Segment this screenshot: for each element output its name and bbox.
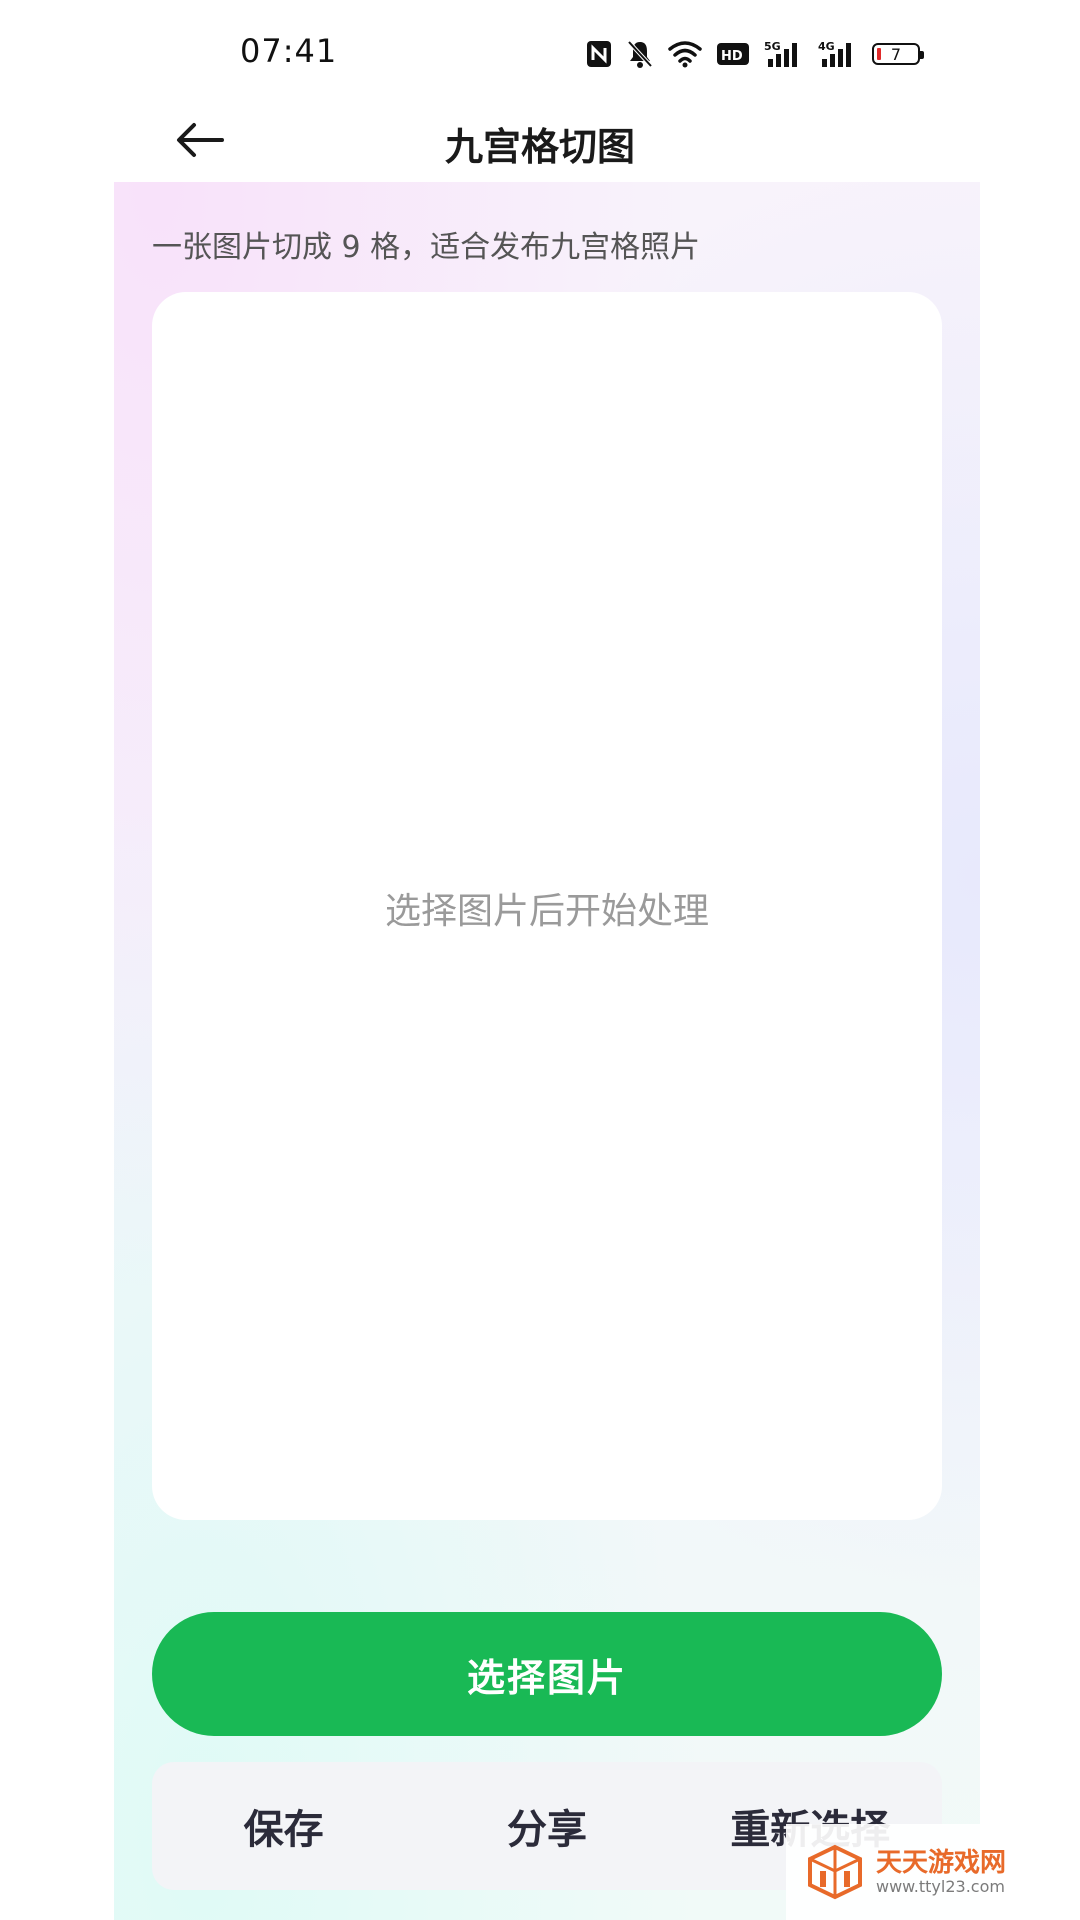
watermark-logo-icon [808, 1844, 862, 1900]
svg-text:4G: 4G [818, 40, 835, 53]
watermark-title: 天天游戏网 [876, 1847, 1007, 1878]
subtitle: 一张图片切成 9 格，适合发布九宫格照片 [152, 230, 701, 265]
5g-signal-icon: 5G [764, 39, 804, 69]
4g-signal-icon: 4G [818, 39, 858, 69]
status-time: 07:41 [240, 32, 338, 70]
status-bar: 07:41 HD 5G 4G 7 [0, 0, 1080, 100]
preview-placeholder: 选择图片后开始处理 [384, 891, 709, 932]
status-icons: HD 5G 4G 7 [586, 36, 924, 72]
watermark-url: www.ttyl23.com [876, 1876, 1005, 1896]
page-title: 九宫格切图 [444, 125, 635, 169]
image-preview-area[interactable]: 选择图片后开始处理 [152, 292, 942, 1520]
screen: 07:41 HD 5G 4G 7 九宫格切图 一张图片切成 9 格，适合发布九宫… [0, 0, 1080, 1920]
wifi-icon [668, 39, 702, 69]
hd-icon: HD [716, 39, 750, 69]
battery-level-text: 7 [890, 44, 902, 64]
nfc-icon [586, 39, 612, 69]
svg-text:HD: HD [721, 49, 743, 64]
save-button[interactable]: 保存 [152, 1762, 415, 1890]
svg-text:5G: 5G [764, 40, 781, 53]
battery-icon: 7 [872, 39, 924, 69]
select-image-button[interactable]: 选择图片 [152, 1612, 942, 1736]
content-panel: 一张图片切成 9 格，适合发布九宫格照片 选择图片后开始处理 选择图片 保存 分… [114, 182, 980, 1920]
battery-level-fill [877, 48, 881, 60]
watermark: 天天游戏网 www.ttyl23.com [786, 1824, 1080, 1920]
header: 九宫格切图 [0, 100, 1080, 180]
share-button[interactable]: 分享 [415, 1762, 678, 1890]
mute-bell-icon [626, 39, 654, 69]
